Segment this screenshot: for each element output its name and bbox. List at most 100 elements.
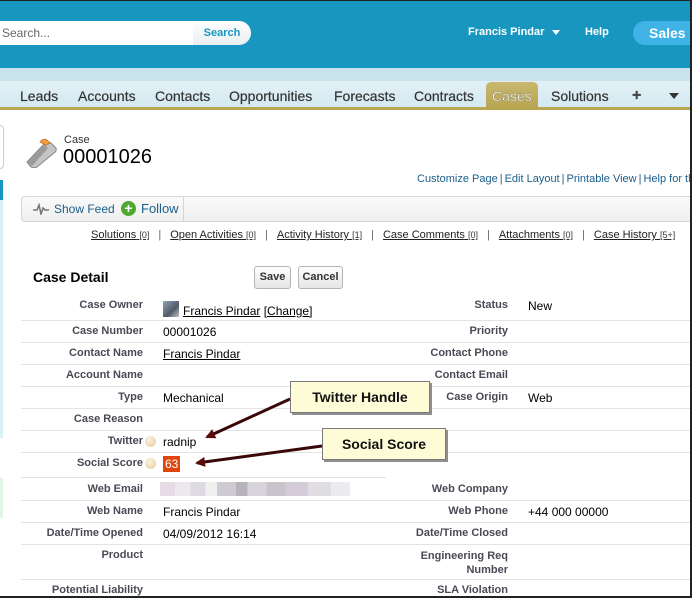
page-links: Customize Page | Edit Layout | Printable Vie… bbox=[417, 173, 692, 185]
search-input[interactable] bbox=[0, 21, 190, 45]
web-name-value: Francis Pindar bbox=[163, 505, 241, 519]
tab-opportunities[interactable]: Opportunities bbox=[229, 81, 312, 110]
detail-row: Contact Name Francis Pindar Contact Phon… bbox=[21, 343, 692, 365]
sidebar-edge-panel bbox=[0, 200, 3, 438]
field-label: Account Name bbox=[65, 369, 143, 381]
contact-name-value: Francis Pindar bbox=[163, 347, 240, 361]
window-border-top bbox=[0, 0, 692, 1]
detail-row: Date/Time Opened 04/09/2012 16:14 Date/T… bbox=[21, 523, 692, 545]
tabbar-spacer bbox=[0, 68, 692, 81]
search-button[interactable]: Search bbox=[193, 21, 251, 45]
detail-row: Web Email Web Company bbox=[21, 478, 692, 501]
detail-row: Web Name Francis Pindar Web Phone +44 00… bbox=[21, 501, 692, 523]
separator: | bbox=[561, 173, 565, 185]
user-menu[interactable]: Francis Pindar bbox=[468, 26, 561, 38]
add-tab-icon[interactable]: + bbox=[632, 81, 642, 110]
feed-bar: Show Feed + Follow bbox=[21, 196, 692, 222]
feed-pulse-icon bbox=[33, 203, 49, 215]
field-label: Web Email bbox=[87, 483, 143, 495]
blurred-text bbox=[160, 482, 350, 496]
contact-name-link[interactable]: Francis Pindar bbox=[163, 347, 240, 361]
field-label: Date/Time Opened bbox=[46, 527, 143, 539]
field-label: Engineering Req Number bbox=[420, 550, 508, 576]
sidebar-edge-accent bbox=[0, 180, 3, 200]
related-link-activity-history[interactable]: Activity History [1] bbox=[277, 229, 362, 241]
field-label: Web Name bbox=[86, 505, 143, 517]
help-icon[interactable] bbox=[145, 458, 156, 469]
related-link-case-comments[interactable]: Case Comments [0] bbox=[383, 229, 478, 241]
cancel-button[interactable]: Cancel bbox=[298, 266, 343, 289]
type-value: Mechanical bbox=[163, 391, 224, 405]
user-name: Francis Pindar bbox=[468, 26, 545, 38]
page-title: 00001026 bbox=[63, 146, 152, 168]
help-icon[interactable] bbox=[145, 436, 156, 447]
field-label: Priority bbox=[469, 325, 508, 337]
follow-label: Follow bbox=[141, 201, 179, 216]
field-label: Contact Phone bbox=[430, 347, 508, 359]
field-label: Potential Liability bbox=[51, 584, 143, 596]
tab-cases[interactable]: Cases bbox=[486, 82, 538, 110]
social-score-badge: 63 bbox=[163, 456, 181, 472]
web-email-value-blurred bbox=[160, 482, 350, 499]
tab-leads[interactable]: Leads bbox=[20, 81, 58, 110]
object-type-label: Case bbox=[64, 134, 90, 146]
status-value: New bbox=[528, 299, 553, 313]
related-link-attachments[interactable]: Attachments [0] bbox=[499, 229, 573, 241]
case-owner-link[interactable]: Francis Pindar bbox=[183, 304, 260, 318]
tab-forecasts[interactable]: Forecasts bbox=[334, 81, 396, 110]
customize-page-link[interactable]: Customize Page bbox=[417, 173, 498, 185]
tab-bar: Leads Accounts Contacts Opportunities Fo… bbox=[0, 81, 692, 110]
edit-layout-link[interactable]: Edit Layout bbox=[505, 173, 560, 185]
web-phone-value: +44 000 00000 bbox=[528, 505, 609, 519]
help-link[interactable]: Help bbox=[585, 26, 609, 38]
sidebar-collapsed-handle[interactable] bbox=[0, 125, 4, 169]
separator: | bbox=[499, 173, 503, 185]
chevron-down-icon bbox=[552, 29, 561, 35]
date-opened-value: 04/09/2012 16:14 bbox=[163, 527, 257, 541]
search-box bbox=[0, 21, 194, 45]
tab-accounts[interactable]: Accounts bbox=[78, 81, 136, 110]
change-owner-link[interactable]: [Change] bbox=[264, 304, 313, 318]
tab-contacts[interactable]: Contacts bbox=[155, 81, 210, 110]
case-briefcase-icon bbox=[26, 138, 57, 168]
help-for-page-link[interactable]: Help for th bbox=[643, 173, 692, 185]
case-origin-value: Web bbox=[528, 391, 553, 405]
show-feed-label: Show Feed bbox=[54, 202, 115, 216]
show-feed-button[interactable]: Show Feed bbox=[33, 202, 115, 216]
related-link-open-activities[interactable]: Open Activities [0] bbox=[170, 229, 256, 241]
related-link-case-history[interactable]: Case History [5+] bbox=[594, 229, 675, 241]
detail-row: Case Owner Francis Pindar [Change] Statu… bbox=[21, 296, 692, 321]
field-label: Case Number bbox=[72, 325, 143, 337]
tab-solutions[interactable]: Solutions bbox=[551, 81, 609, 110]
twitter-value: radnip bbox=[163, 435, 197, 449]
detail-row: Product Engineering Req Number bbox=[21, 545, 692, 580]
related-list-links: Solutions [0] | Open Activities [0] | Activi… bbox=[91, 229, 676, 241]
field-label: Case Owner bbox=[79, 299, 143, 311]
follow-button[interactable]: + Follow bbox=[121, 201, 179, 216]
field-label: Contact Email bbox=[434, 369, 508, 381]
detail-row: Case Number 00001026 Priority bbox=[21, 321, 692, 343]
callout-twitter-handle: Twitter Handle bbox=[290, 381, 430, 413]
related-link-solutions[interactable]: Solutions [0] bbox=[91, 229, 149, 241]
section-title: Case Detail bbox=[33, 269, 109, 285]
field-label: Web Company bbox=[431, 483, 508, 495]
global-header: Search Francis Pindar Help Sales bbox=[0, 0, 692, 68]
field-label: Twitter bbox=[107, 435, 143, 447]
callout-social-score: Social Score bbox=[322, 428, 446, 460]
case-owner-value: Francis Pindar [Change] bbox=[163, 301, 312, 318]
field-label: SLA Violation bbox=[437, 584, 508, 596]
divider bbox=[183, 197, 184, 221]
tab-contracts[interactable]: Contracts bbox=[414, 81, 474, 110]
printable-view-link[interactable]: Printable View bbox=[566, 173, 636, 185]
separator: | bbox=[638, 173, 642, 185]
field-label: Case Reason bbox=[73, 413, 143, 425]
save-button[interactable]: Save bbox=[254, 266, 291, 289]
field-label: Date/Time Closed bbox=[415, 527, 508, 539]
field-label: Contact Name bbox=[69, 347, 143, 359]
app-switcher-button[interactable]: Sales bbox=[633, 21, 692, 45]
plus-icon: + bbox=[121, 201, 136, 216]
more-tabs-icon[interactable] bbox=[669, 93, 679, 99]
social-score-value: 63 bbox=[163, 456, 181, 472]
case-number-value: 00001026 bbox=[163, 325, 217, 339]
field-label: Status bbox=[474, 299, 508, 311]
